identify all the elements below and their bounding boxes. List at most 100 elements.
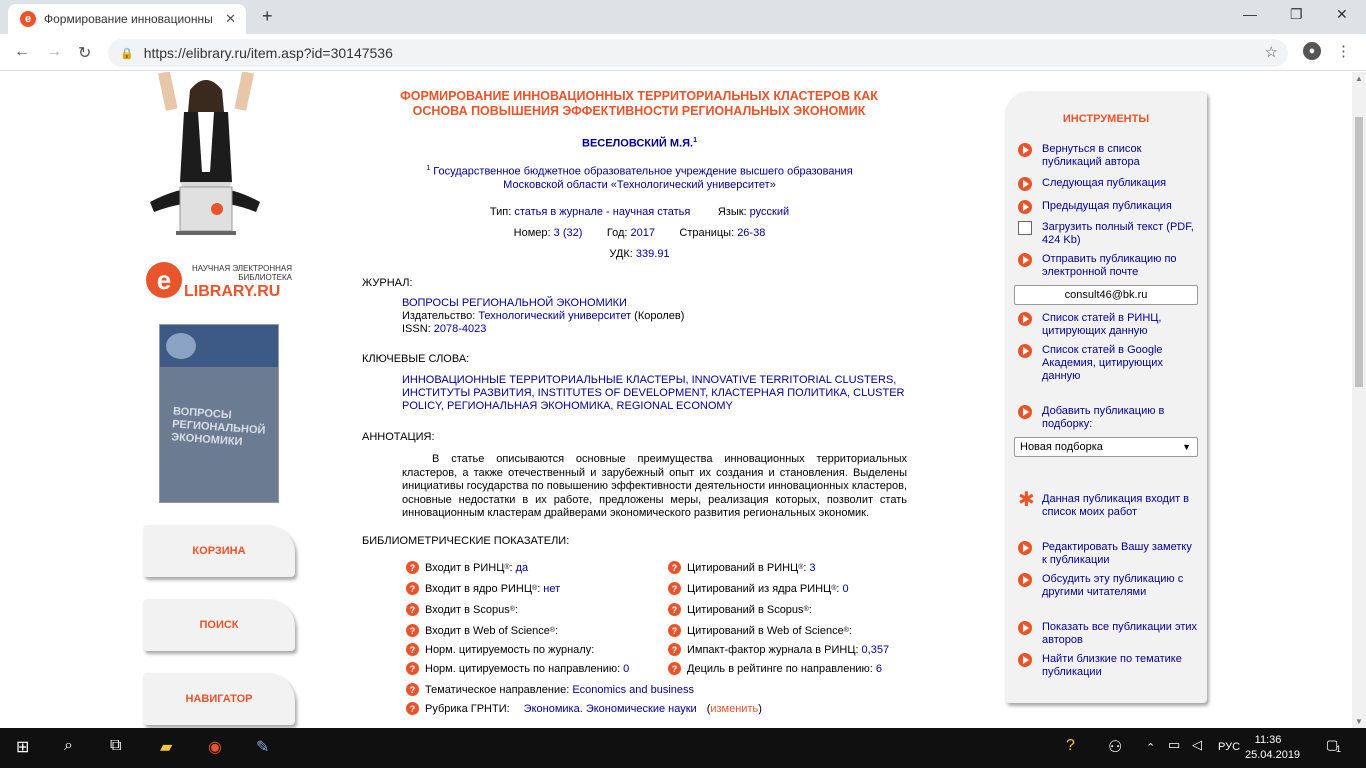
affil-sup: 1	[426, 165, 431, 172]
help-icon[interactable]: ?	[406, 643, 419, 656]
file-explorer-icon[interactable]: ▰	[160, 737, 172, 757]
scroll-up-icon[interactable]: ▲	[1355, 74, 1363, 83]
tools-panel: ИНСТРУМЕНТЫ Вернуться в список публикаци…	[1005, 91, 1207, 703]
keywords-links[interactable]: ИННОВАЦИОННЫЕ ТЕРРИТОРИАЛЬНЫЕ КЛАСТЕРЫ, …	[402, 374, 907, 413]
browser-tab[interactable]: e Формирование инновационны ✕	[8, 4, 246, 34]
search-button[interactable]: ПОИСК	[143, 599, 295, 651]
affiliation[interactable]: 1 Государственное бюджетное образователь…	[402, 162, 877, 192]
help-icon[interactable]: ?	[406, 624, 419, 637]
help-icon[interactable]: ?	[406, 582, 419, 595]
elibrary-logo[interactable]: e НАУЧНАЯ ЭЛЕКТРОННАЯ БИБЛИОТЕКА LIBRARY…	[146, 262, 296, 302]
tool-google-citing[interactable]: Список статей в Google Академия, цитирую…	[1018, 344, 1198, 383]
tab-close-icon[interactable]: ✕	[225, 11, 236, 27]
language-indicator[interactable]: РУС	[1218, 741, 1240, 753]
maximize-icon[interactable]: ❐	[1290, 6, 1303, 23]
year-label: Год:	[606, 227, 628, 239]
play-icon	[1018, 621, 1032, 635]
close-window-icon[interactable]: ✕	[1336, 6, 1348, 23]
collection-select[interactable]: Новая подборка ▼	[1014, 437, 1198, 457]
biblio-item: ? Норм. цитируемость по журналу:	[406, 643, 594, 656]
biblio-item: ? Цитирований в РИНЦ ®:3	[668, 561, 816, 574]
affiliation-text: Государственное бюджетное образовательно…	[433, 165, 853, 191]
task-view-icon[interactable]: ⧉	[110, 737, 121, 755]
tool-prev-publication[interactable]: Предыдущая публикация	[1018, 200, 1198, 214]
help-icon[interactable]: ?	[668, 662, 681, 675]
tool-similar-pubs[interactable]: Найти близкие по тематике публикации	[1018, 653, 1198, 679]
tool-add-to-collection[interactable]: Добавить публикацию в подборку:	[1018, 405, 1198, 431]
tool-next-publication[interactable]: Следующая публикация	[1018, 177, 1198, 191]
minimize-icon[interactable]: —	[1243, 6, 1257, 22]
help-icon[interactable]: ?	[406, 662, 419, 675]
page-scrollbar[interactable]: ▲ ▼	[1352, 72, 1366, 728]
publisher-link[interactable]: Технологический университет	[478, 310, 631, 322]
search-icon[interactable]: ⌕	[64, 737, 73, 755]
type-lang-row: Тип: статья в журнале - научная статья Я…	[362, 206, 917, 218]
author-text: ВЕСЕЛОВСКИЙ М.Я.	[582, 137, 694, 150]
journal-info: ВОПРОСЫ РЕГИОНАЛЬНОЙ ЭКОНОМИКИ Издательс…	[402, 297, 907, 336]
chrome-icon[interactable]: ◉	[208, 737, 222, 757]
help-icon[interactable]: ?	[668, 582, 681, 595]
play-icon	[1018, 200, 1032, 214]
help-icon[interactable]: ?	[406, 702, 419, 715]
author-name[interactable]: ВЕСЕЛОВСКИЙ М.Я.1	[362, 137, 917, 150]
biblio-item: ? Норм. цитируемость по направлению: 0	[406, 662, 629, 675]
help-icon[interactable]: ?	[406, 683, 419, 696]
network-icon[interactable]: ▭	[1168, 737, 1180, 753]
navigator-button[interactable]: НАВИГАТОР	[143, 673, 295, 725]
volume-icon[interactable]: ◁	[1192, 737, 1202, 753]
menu-kebab-icon[interactable]: ⋮	[1336, 42, 1351, 60]
tool-send-email[interactable]: Отправить публикацию по электронной почт…	[1018, 253, 1198, 279]
journal-cover-image[interactable]: ВОПРОСЫ РЕГИОНАЛЬНОЙ ЭКОНОМИКИ	[159, 324, 279, 503]
number-link[interactable]: 3 (32)	[554, 227, 583, 239]
play-icon	[1018, 653, 1032, 667]
tool-download-pdf[interactable]: Загрузить полный текст (PDF, 424 Kb)	[1018, 221, 1198, 247]
scroll-down-icon[interactable]: ▼	[1355, 717, 1363, 726]
elibrary-favicon-icon: e	[20, 11, 36, 27]
reload-icon[interactable]: ↻	[78, 43, 91, 63]
help-icon[interactable]: ?	[668, 643, 681, 656]
forward-icon[interactable]: →	[46, 43, 62, 61]
biblio-item: ? Цитирований из ядра РИНЦ ®:0	[668, 582, 849, 595]
windows-start-icon[interactable]: ⊞	[16, 737, 29, 757]
tool-my-works[interactable]: ✱ Данная публикация входит в список моих …	[1018, 490, 1198, 519]
tools-heading: ИНСТРУМЕНТЫ	[1062, 113, 1150, 125]
abstract-heading: АННОТАЦИЯ:	[362, 431, 435, 443]
help-icon[interactable]: ?	[668, 603, 681, 616]
email-field[interactable]: consult46@bk.ru	[1014, 285, 1198, 305]
bookmark-star-icon[interactable]: ☆	[1265, 43, 1278, 61]
paint-icon[interactable]: ✎	[256, 737, 269, 757]
help-icon[interactable]: ?	[406, 603, 419, 616]
new-tab-icon[interactable]: +	[262, 6, 273, 27]
tool-rinc-citing[interactable]: Список статей в РИНЦ, цитирующих данную	[1018, 312, 1198, 338]
biblio-item: ? Входит в Scopus ®:	[406, 603, 518, 616]
profile-icon[interactable]: ●	[1303, 42, 1321, 60]
journal-name-link[interactable]: ВОПРОСЫ РЕГИОНАЛЬНОЙ ЭКОНОМИКИ	[402, 297, 907, 310]
biblio-item: ? Цитирований в Web of Science ®:	[668, 624, 852, 637]
help-tray-icon[interactable]: ?	[1066, 737, 1075, 755]
back-icon[interactable]: ←	[14, 43, 30, 61]
help-icon[interactable]: ?	[668, 561, 681, 574]
clock[interactable]: 11:36 25.04.2019	[1245, 733, 1300, 763]
play-icon	[1018, 253, 1032, 267]
year-value: 2017	[630, 227, 655, 239]
play-icon	[1018, 541, 1032, 555]
author-sup: 1	[693, 137, 697, 144]
url-input[interactable]: 🔒 https://elibrary.ru/item.asp?id=301475…	[108, 39, 1288, 67]
tool-back-to-list[interactable]: Вернуться в список публикаций автора	[1018, 143, 1198, 169]
tool-discuss[interactable]: Обсудить эту публикацию с другими читате…	[1018, 573, 1198, 599]
change-link[interactable]: изменить	[710, 703, 758, 715]
cart-button[interactable]: КОРЗИНА	[143, 525, 295, 577]
tool-edit-note[interactable]: Редактировать Вашу заметку к публикации	[1018, 541, 1198, 567]
help-icon[interactable]: ?	[668, 624, 681, 637]
people-icon[interactable]: ⚇	[1108, 737, 1122, 757]
help-icon[interactable]: ?	[406, 561, 419, 574]
biblio-item: ? Дециль в рейтинге по направлению: 6	[668, 662, 882, 675]
tab-strip: e Формирование инновационны ✕ + — ❐ ✕	[0, 0, 1366, 34]
windows-taskbar: ⊞ ⌕ ⧉ ▰ ◉ ✎ ? ⚇ ⌃ ▭ ◁ РУС 11:36 25.04.201…	[0, 728, 1366, 768]
tray-chevron-icon[interactable]: ⌃	[1146, 741, 1155, 754]
scrollbar-thumb[interactable]	[1355, 117, 1363, 387]
tool-all-author-pubs[interactable]: Показать все публикации этих авторов	[1018, 621, 1198, 647]
article-title: ФОРМИРОВАНИЕ ИННОВАЦИОННЫХ ТЕРРИТОРИАЛЬН…	[400, 89, 878, 118]
publisher-city: (Королев)	[634, 310, 685, 322]
biblio-item: ? Тематическое направление: Economics and …	[406, 683, 694, 696]
